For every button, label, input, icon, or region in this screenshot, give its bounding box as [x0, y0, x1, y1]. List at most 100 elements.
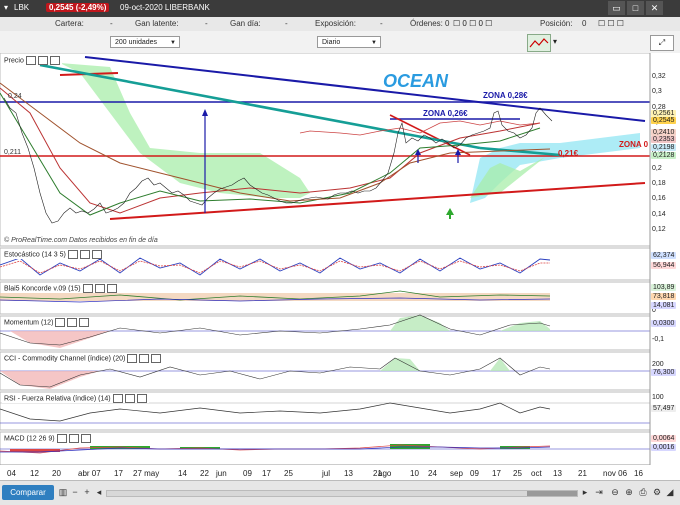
close-icon[interactable]	[136, 394, 147, 403]
close-icon[interactable]	[151, 354, 162, 363]
zoom-out-2-icon[interactable]: ⊖	[610, 487, 620, 498]
time-axis-label: 17	[262, 469, 271, 478]
window-icon[interactable]	[79, 250, 90, 259]
units-select[interactable]: 200 unidades ▼	[110, 36, 180, 48]
zoom-in-icon[interactable]: +	[82, 487, 92, 498]
window-icon[interactable]	[124, 394, 135, 403]
orders-label: Órdenes:	[410, 19, 443, 28]
chevron-down-icon: ▼	[371, 40, 377, 46]
chart-type-chevron-icon[interactable]: ▾	[553, 37, 557, 46]
position-icons[interactable]: ☐ ☐ ☐	[598, 19, 624, 28]
account-info-bar: Cartera: - Gan latente: - Gan día: - Exp…	[0, 17, 680, 32]
exposure-value: -	[380, 19, 383, 28]
menu-icon[interactable]: ▾	[4, 3, 8, 12]
window-icon[interactable]	[94, 284, 105, 293]
zoom-in-2-icon[interactable]: ⊕	[624, 487, 634, 498]
interval-select-value: Diario	[322, 39, 341, 46]
scroll-left-icon[interactable]: ◂	[94, 487, 104, 498]
window-icon[interactable]	[139, 354, 150, 363]
window-icon[interactable]	[37, 56, 48, 65]
time-axis-label: 13	[344, 469, 353, 478]
wrench-icon[interactable]	[67, 250, 78, 259]
stoch-panel-title: Estocástico (14 3 5)	[4, 251, 66, 259]
blai-tag-1: 103,89	[651, 284, 677, 291]
close-icon[interactable]: ✕	[646, 1, 663, 15]
macd-tag-2: 0,0016	[651, 444, 677, 451]
price-panel-label: Precio	[2, 56, 62, 65]
blai-panel-label: Blai5 Koncorde v.09 (15)	[2, 284, 119, 293]
resize-icon[interactable]: ◢	[665, 487, 675, 498]
time-axis-label: nov 06	[603, 469, 628, 478]
maximize-icon[interactable]: □	[627, 1, 644, 15]
wrench-icon[interactable]	[112, 394, 123, 403]
price-tag: 0,2561	[651, 110, 677, 117]
cci-axis-0: 200	[652, 361, 664, 368]
close-icon[interactable]	[106, 284, 117, 293]
close-icon[interactable]	[91, 250, 102, 259]
orders-buy-icon[interactable]: ☐ 0 ☐ 0 ☐	[453, 19, 492, 28]
blai-panel-title: Blai5 Koncorde v.09 (15)	[4, 285, 81, 293]
close-icon[interactable]	[80, 434, 91, 443]
rsi-tag: 57,497	[651, 405, 677, 412]
restore-icon[interactable]: ▭	[608, 1, 625, 15]
orders-value: 0	[445, 19, 450, 28]
day-gain-value: -	[285, 19, 288, 28]
price-axis-tick: 0,32	[652, 73, 666, 80]
cci-panel-title: CCI - Commodity Channel (índice) (20)	[4, 355, 126, 363]
units-select-value: 200 unidades	[115, 39, 158, 46]
position-value: 0	[582, 19, 587, 28]
rsi-axis-0: 100	[652, 394, 664, 401]
wrench-icon[interactable]	[56, 434, 67, 443]
close-icon[interactable]	[49, 56, 60, 65]
scrollbar-thumb[interactable]	[527, 491, 577, 496]
time-axis-label: 21	[578, 469, 587, 478]
left-price-label-2: 0,211	[4, 149, 21, 156]
wrench-icon[interactable]	[55, 318, 66, 327]
wrench-icon[interactable]	[25, 56, 36, 65]
ma-thin-red	[299, 120, 541, 136]
macd-tag-1: 0,0064	[651, 435, 677, 442]
window-icon[interactable]	[68, 434, 79, 443]
time-scrollbar[interactable]	[106, 490, 578, 497]
wrench-icon[interactable]	[127, 354, 138, 363]
macd-panel-label: MACD (12 26 9)	[2, 434, 93, 443]
time-axis-label: 25	[284, 469, 293, 478]
time-axis-label: 27 may	[133, 469, 160, 478]
time-axis-label: 20	[52, 469, 61, 478]
stoch-tag-1: 62,374	[651, 252, 677, 259]
price-axis-tick: 0,2	[652, 164, 662, 172]
price-tag: 0,2198	[651, 144, 677, 151]
zona-028-label: ZONA 0,28€	[483, 91, 528, 100]
end-icon[interactable]: ⇥	[594, 487, 604, 498]
time-axis-label: 17	[114, 469, 123, 478]
time-axis-label: 09	[243, 469, 252, 478]
rsi-panel-label: RSI - Fuerza Relativa (índice) (14)	[2, 394, 149, 403]
instrument-name: 09-oct-2020 LIBERBANK	[120, 3, 210, 12]
scroll-right-icon[interactable]: ▸	[580, 487, 590, 498]
window-icon[interactable]	[67, 318, 78, 327]
time-axis-label: 13	[553, 469, 562, 478]
chevron-down-icon: ▼	[170, 40, 176, 46]
price-panel-title: Precio	[4, 57, 24, 65]
zoom-out-icon[interactable]: −	[70, 487, 80, 498]
close-icon[interactable]	[79, 318, 90, 327]
time-axis-label: 10	[410, 469, 419, 478]
wrench-icon[interactable]	[82, 284, 93, 293]
compare-button[interactable]: Comparar	[2, 485, 54, 500]
chart-area[interactable]: Precio Estocástico (14 3 5) Blai5 Koncor…	[0, 53, 680, 465]
ocean-annotation: OCEAN	[383, 71, 449, 91]
up-arrow-head	[202, 109, 208, 116]
time-axis-label: 04	[7, 469, 16, 478]
fullscreen-button[interactable]: ⤢	[650, 35, 674, 51]
blai-tag-2: 73,818	[651, 293, 677, 300]
time-axis-label: 14	[178, 469, 187, 478]
green-up-arrow	[446, 208, 454, 219]
price-tag: 0,2545	[651, 117, 677, 124]
interval-select[interactable]: Diario ▼	[317, 36, 381, 48]
indicator-icon[interactable]: ▥	[58, 487, 68, 498]
chart-type-button[interactable]	[527, 34, 551, 52]
print-icon[interactable]: ⎙	[638, 487, 648, 498]
settings-icon[interactable]: ⚙	[652, 487, 662, 498]
chart-type-icon	[529, 38, 549, 48]
momentum-tag: 0,0300	[651, 320, 677, 327]
